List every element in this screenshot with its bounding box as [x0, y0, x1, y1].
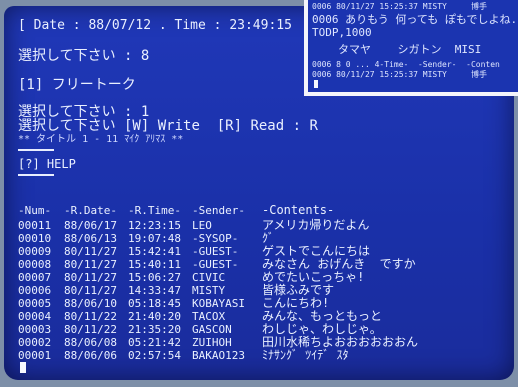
message-time: 21:35:20: [128, 323, 181, 336]
inset-line-2: 0006 ありもう 何っても ぽもでしよね. ス: [312, 13, 518, 26]
message-sender: ZUIHOH: [192, 336, 232, 349]
message-time: 15:40:11: [128, 258, 181, 271]
message-num: 00008: [18, 258, 52, 271]
message-time: 19:07:48: [128, 232, 181, 245]
table-row[interactable]: 00006 80/11/27 14:33:47 MISTY 皆様ふみです: [18, 284, 502, 298]
message-date: 80/11/22: [64, 310, 117, 323]
table-row[interactable]: 00008 80/11/27 15:40:11 -GUEST- みなさん おげんき です…: [18, 258, 502, 272]
message-time: 05:18:45: [128, 297, 181, 310]
table-row[interactable]: 00009 80/11/27 15:42:41 -GUEST- ゲストでこんにちは: [18, 245, 502, 259]
column-header-date: -R.Date-: [64, 204, 117, 217]
message-num: 00006: [18, 284, 52, 297]
message-num: 00003: [18, 323, 52, 336]
column-header-contents: -Contents-: [262, 203, 335, 217]
inset-line-5: 0006 8 0 ... 4-Time- -Sender- -Conten: [312, 60, 500, 69]
inset-line-6: 0006 80/11/27 15:25:37 MISTY 博手: [312, 70, 487, 79]
message-num: 00011: [18, 219, 52, 232]
message-num: 00004: [18, 310, 52, 323]
message-date: 80/11/22: [64, 323, 117, 336]
message-sender: GASCON: [192, 323, 232, 336]
table-row[interactable]: 00001 88/06/06 02:57:54 BAKAO123 ﾐﾅｻﾝｸﾞ ﾂｲﾃﾞ…: [18, 348, 502, 363]
column-header-time: -R.Time-: [128, 204, 181, 217]
message-date: 80/11/27: [64, 245, 117, 258]
message-sender: -GUEST-: [192, 258, 239, 271]
menu-item-free-talk[interactable]: [1] フリートーク: [18, 77, 136, 93]
message-date: 88/06/13: [64, 232, 117, 245]
select-prompt-3: 選択して下さい [W] Write [R] Read : R: [18, 118, 318, 134]
message-date: 88/06/10: [64, 297, 117, 310]
message-time: 14:33:47: [128, 284, 181, 297]
help-command[interactable]: [?] HELP: [18, 156, 76, 172]
message-sender: CIVIC: [192, 271, 226, 284]
table-row[interactable]: 00011 88/06/17 12:23:15 LEO アメリカ帰りだよん: [18, 218, 502, 233]
message-time: 15:06:27: [128, 271, 181, 284]
range-line: ** タイトル 1 - 11 ﾏｲｸ ｱﾘﾏｽ **: [18, 134, 184, 145]
message-date: 80/11/27: [64, 284, 117, 297]
message-num: 00010: [18, 232, 52, 245]
message-time: 05:21:42: [128, 336, 181, 349]
table-header: -Num- -R.Date- -R.Time- -Sender- -Conten…: [18, 204, 502, 218]
table-row[interactable]: 00007 80/11/27 15:06:27 CIVIC めでたいこっちゃ!: [18, 271, 502, 285]
message-sender: -GUEST-: [192, 245, 239, 258]
message-num: 00007: [18, 271, 52, 284]
message-date: 88/06/17: [64, 219, 117, 232]
table-row[interactable]: 00003 80/11/22 21:35:20 GASCON わしじゃ、わしじゃ。: [18, 323, 502, 337]
message-content: アメリカ帰りだよん: [262, 218, 370, 232]
inset-line-1: 0006 80/11/27 15:25:37 MISTY 博手: [312, 2, 487, 11]
message-table: -Num- -R.Date- -R.Time- -Sender- -Conten…: [18, 204, 502, 363]
message-time: 15:42:41: [128, 245, 181, 258]
message-date: 88/06/06: [64, 349, 117, 362]
message-num: 00001: [18, 349, 52, 362]
table-row[interactable]: 00005 88/06/10 05:18:45 KOBAYASI こんにちわ!: [18, 297, 502, 311]
message-num: 00009: [18, 245, 52, 258]
column-header-num: -Num-: [18, 204, 52, 217]
date-time-line: [ Date : 88/07/12 . Time : 23:49:15: [18, 18, 292, 33]
message-sender: -SYSOP-: [192, 232, 239, 245]
message-num: 00002: [18, 336, 52, 349]
message-date: 80/11/27: [64, 258, 117, 271]
message-content: ﾐﾅｻﾝｸﾞ ﾂｲﾃﾞ ｽﾀ: [262, 348, 349, 362]
help-rule-bottom: [18, 174, 54, 176]
message-sender: TACOX: [192, 310, 226, 323]
inset-terminal-window: 0006 80/11/27 15:25:37 MISTY 博手 0006 ありも…: [304, 0, 518, 96]
message-sender: KOBAYASI: [192, 297, 245, 310]
message-sender: BAKAO123: [192, 349, 245, 362]
message-num: 00005: [18, 297, 52, 310]
message-time: 12:23:15: [128, 219, 181, 232]
message-time: 02:57:54: [128, 349, 181, 362]
message-sender: LEO: [192, 219, 212, 232]
inset-cursor: [314, 80, 318, 88]
table-row[interactable]: 00010 88/06/13 19:07:48 -SYSOP- ｸﾞ: [18, 232, 502, 246]
inset-line-4: タマヤ シガトン MISI: [338, 43, 482, 56]
table-row[interactable]: 00002 88/06/08 05:21:42 ZUIHOH 田川水稀ちよおおおおおおん: [18, 336, 502, 350]
text-cursor: [20, 362, 26, 373]
inset-line-3: TODP,1000: [312, 26, 372, 39]
message-sender: MISTY: [192, 284, 226, 297]
message-date: 80/11/27: [64, 271, 117, 284]
table-row[interactable]: 00004 80/11/22 21:40:20 TACOX みんな、もっともっと: [18, 310, 502, 324]
help-rule-top: [18, 149, 54, 151]
column-header-sender: -Sender-: [192, 204, 245, 217]
message-time: 21:40:20: [128, 310, 181, 323]
select-prompt-1: 選択して下さい : 8: [18, 48, 150, 64]
message-date: 88/06/08: [64, 336, 117, 349]
